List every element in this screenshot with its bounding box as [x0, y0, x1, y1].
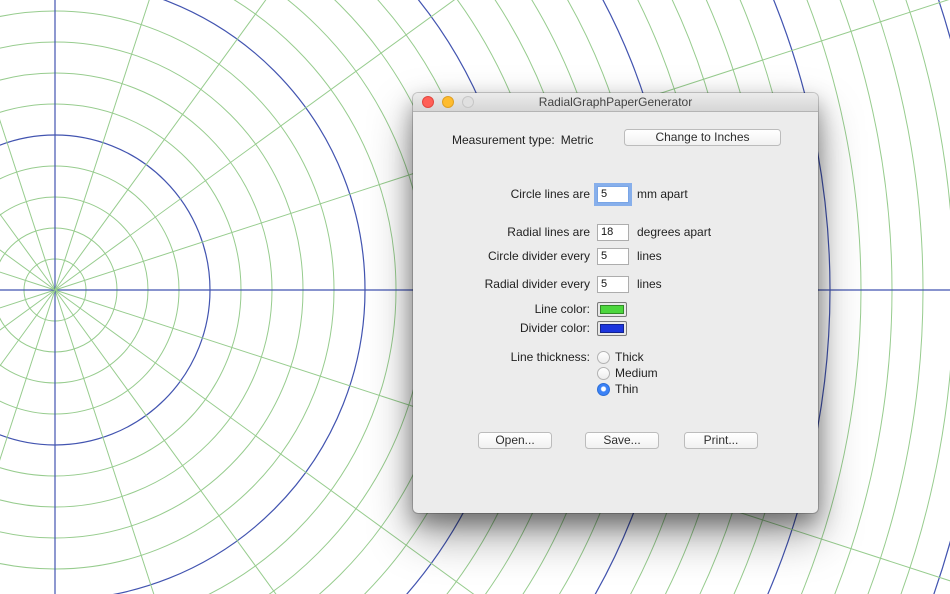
radial-spacing-suffix: degrees apart — [637, 225, 712, 239]
window-titlebar[interactable]: RadialGraphPaperGenerator — [413, 93, 818, 112]
measurement-type-row: Measurement type: Metric — [452, 130, 593, 150]
circle-divider-suffix: lines — [637, 249, 662, 263]
zoom-button[interactable] — [462, 96, 474, 108]
divider-color-label: Divider color: — [519, 321, 590, 335]
radial-spacing-input[interactable] — [597, 223, 629, 241]
thickness-thin-row: Thin — [413, 379, 818, 399]
thickness-thin-radio[interactable] — [597, 382, 610, 396]
traffic-lights — [422, 96, 474, 108]
divider-color-well[interactable] — [597, 320, 627, 336]
open-button[interactable]: Open... — [478, 432, 552, 449]
circle-spacing-label: Circle lines are — [510, 187, 590, 201]
action-button-row: Open... Save... Print... — [413, 432, 818, 450]
thickness-medium-label: Medium — [615, 366, 658, 380]
measurement-type-label: Measurement type: — [452, 133, 555, 147]
circle-spacing-input[interactable] — [597, 185, 629, 203]
circle-divider-input[interactable] — [597, 247, 629, 265]
radial-divider-row: Radial divider every lines — [413, 274, 818, 294]
divider-color-swatch — [600, 323, 624, 333]
line-color-row: Line color: — [413, 299, 818, 319]
circle-divider-label: Circle divider every — [487, 249, 590, 263]
close-button[interactable] — [422, 96, 434, 108]
thickness-medium-radio[interactable] — [597, 366, 610, 380]
divider-color-row: Divider color: — [413, 318, 818, 338]
circle-spacing-suffix: mm apart — [637, 187, 688, 201]
minimize-button[interactable] — [442, 96, 454, 108]
app-window: RadialGraphPaperGenerator Measurement ty… — [413, 93, 818, 513]
save-button[interactable]: Save... — [585, 432, 659, 449]
print-button[interactable]: Print... — [684, 432, 758, 449]
thickness-thin-label: Thin — [615, 382, 639, 396]
thickness-thick-label: Thick — [615, 350, 644, 364]
line-color-well[interactable] — [597, 301, 627, 317]
line-color-label: Line color: — [534, 302, 590, 316]
circle-spacing-row: Circle lines are mm apart — [413, 184, 818, 204]
line-thickness-label: Line thickness: — [510, 350, 590, 364]
radial-divider-suffix: lines — [637, 277, 662, 291]
circle-divider-row: Circle divider every lines — [413, 246, 818, 266]
radial-spacing-label: Radial lines are — [507, 225, 590, 239]
radial-divider-label: Radial divider every — [484, 277, 590, 291]
measurement-type-value: Metric — [560, 133, 594, 147]
thickness-thick-radio[interactable] — [597, 350, 610, 364]
line-color-swatch — [600, 304, 624, 314]
radial-spacing-row: Radial lines are degrees apart — [413, 222, 818, 242]
change-units-button[interactable]: Change to Inches — [624, 129, 781, 146]
radial-divider-input[interactable] — [597, 275, 629, 293]
